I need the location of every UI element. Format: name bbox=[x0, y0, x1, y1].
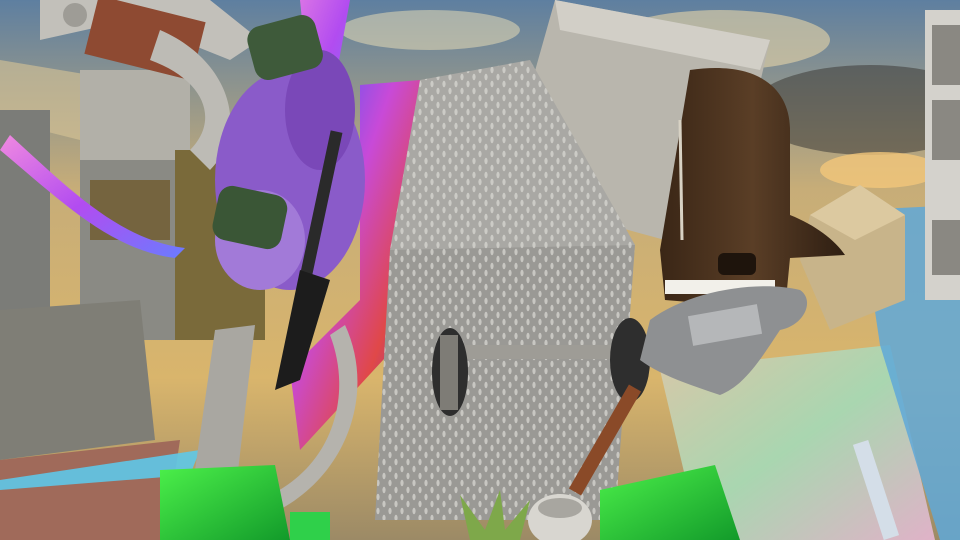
scene-viewport bbox=[0, 0, 960, 540]
scene-svg bbox=[0, 0, 960, 540]
bookshelf-right bbox=[925, 10, 960, 300]
